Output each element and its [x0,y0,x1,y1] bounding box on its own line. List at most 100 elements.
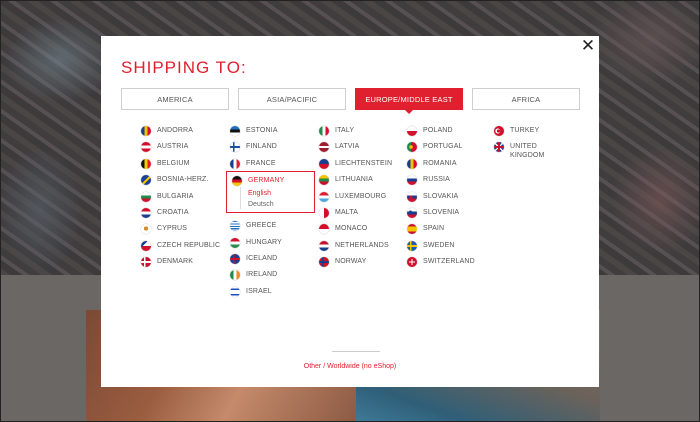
country-item[interactable]: MALTA [319,207,414,224]
bulgaria-flag-icon [141,191,151,202]
divider [332,351,380,352]
belgium-flag-icon [141,158,151,169]
country-item[interactable]: ICELAND [230,253,325,270]
country-item[interactable]: LUXEMBOURG [319,191,414,208]
country-label: NETHERLANDS [335,241,389,249]
country-item[interactable]: PORTUGAL [407,142,502,158]
modal-title: SHIPPING TO: [121,58,247,77]
country-item[interactable]: BULGARIA [141,191,236,208]
country-item[interactable]: HUNGARY [230,237,325,254]
country-item[interactable]: BELGIUM [141,158,236,175]
country-label: SLOVENIA [423,208,460,216]
tab-america[interactable]: AMERICA [121,88,229,110]
country-item[interactable]: SWEDEN [407,240,502,257]
other-worldwide-link[interactable]: Other / Worldwide (no eShop) [101,363,599,370]
tab-africa[interactable]: AFRICA [472,88,580,110]
country-label: GERMANY [248,177,285,184]
language-deutsch-link[interactable]: Deutsch [248,200,274,209]
country-label: DENMARK [157,258,194,266]
germany-expanded-box: GERMANY English Deutsch [226,171,315,213]
country-item[interactable]: LITHUANIA [319,175,414,191]
country-item[interactable]: NETHERLANDS [319,240,414,257]
close-icon[interactable]: ✕ [579,37,597,55]
country-label: BULGARIA [157,192,194,200]
country-item[interactable]: LIECHTENSTEIN [319,158,414,175]
country-label: LITHUANIA [335,176,373,184]
sweden-flag-icon [407,240,417,251]
country-item[interactable]: SPAIN [407,224,502,240]
country-label: MONACO [335,225,368,233]
country-label: IRELAND [246,271,278,279]
country-item[interactable]: IRELAND [230,270,325,286]
country-item[interactable]: UNITED KINGDOM [494,142,589,168]
croatia-flag-icon [141,207,151,218]
country-column: POLAND PORTUGAL ROMANIA RUSSIA SLOVAKIA SLOVE… [407,126,502,274]
country-label: LUXEMBOURG [335,192,387,200]
country-item[interactable]: GREECE [230,221,325,237]
russia-flag-icon [407,175,417,186]
country-item[interactable]: MONACO [319,224,414,240]
switzerland-flag-icon [407,257,417,268]
poland-flag-icon [407,126,417,136]
country-label: ANDORRA [157,127,194,134]
country-column: ITALY LATVIA LIECHTENSTEIN LITHUANIA LUXEMBO… [319,126,414,274]
lithuania-flag-icon [319,175,329,186]
bosnia-flag-icon [141,175,151,186]
tab-europe-middle-east[interactable]: EUROPE/MIDDLE EAST [355,88,463,114]
language-english-link[interactable]: English [248,189,271,198]
country-item[interactable]: CYPRUS [141,224,236,240]
country-item[interactable]: SWITZERLAND [407,257,502,273]
country-label: GREECE [246,222,277,230]
germany-flag-icon [232,176,242,186]
country-item[interactable]: ESTONIA [230,126,325,142]
country-item[interactable]: CZECH REPUBLIC [141,240,236,257]
country-item[interactable]: BOSNIA-HERZ. [141,175,236,191]
andorra-flag-icon [141,126,151,136]
romania-flag-icon [407,158,417,169]
country-item[interactable]: LATVIA [319,142,414,158]
malta-flag-icon [319,207,329,218]
country-label: TURKEY [510,127,540,134]
uk-flag-icon [494,142,504,153]
country-item[interactable]: SLOVENIA [407,207,502,224]
country-item-germany[interactable]: GERMANY [232,176,284,186]
country-label: AUSTRIA [157,143,189,151]
ireland-flag-icon [230,270,240,281]
country-label: MALTA [335,208,359,216]
norway-flag-icon [319,257,329,268]
country-item[interactable]: ISRAEL [230,286,325,303]
country-label: LIECHTENSTEIN [335,159,393,167]
country-label: SPAIN [423,225,445,233]
country-item[interactable]: DENMARK [141,257,236,273]
slovenia-flag-icon [407,207,417,218]
country-item[interactable]: AUSTRIA [141,142,236,158]
tab-asia-pacific[interactable]: ASIA/PACIFIC [238,88,346,110]
country-label: ISRAEL [246,287,272,295]
czech-flag-icon [141,240,151,251]
spain-flag-icon [407,224,417,235]
country-label: ITALY [335,127,355,134]
country-label: PORTUGAL [423,143,463,151]
monaco-flag-icon [319,224,329,235]
country-item[interactable]: RUSSIA [407,175,502,191]
country-label: SWEDEN [423,241,455,249]
country-item[interactable]: TURKEY [494,126,589,142]
country-label: ROMANIA [423,159,457,167]
hungary-flag-icon [230,237,240,248]
italy-flag-icon [319,126,329,136]
country-item[interactable]: FINLAND [230,142,325,158]
country-label: CROATIA [157,208,189,216]
region-tabs: AMERICA ASIA/PACIFIC EUROPE/MIDDLE EAST … [121,88,580,114]
austria-flag-icon [141,142,151,153]
country-item[interactable]: NORWAY [319,257,414,273]
country-item[interactable]: ITALY [319,126,414,142]
country-item[interactable]: SLOVAKIA [407,191,502,208]
country-item[interactable]: CROATIA [141,207,236,224]
denmark-flag-icon [141,257,151,268]
country-item[interactable]: ANDORRA [141,126,236,142]
country-item[interactable]: POLAND [407,126,502,142]
country-item[interactable]: ROMANIA [407,158,502,175]
shipping-modal: ✕ SHIPPING TO: AMERICA ASIA/PACIFIC EURO… [101,36,599,387]
country-label: RUSSIA [423,176,450,184]
latvia-flag-icon [319,142,329,153]
